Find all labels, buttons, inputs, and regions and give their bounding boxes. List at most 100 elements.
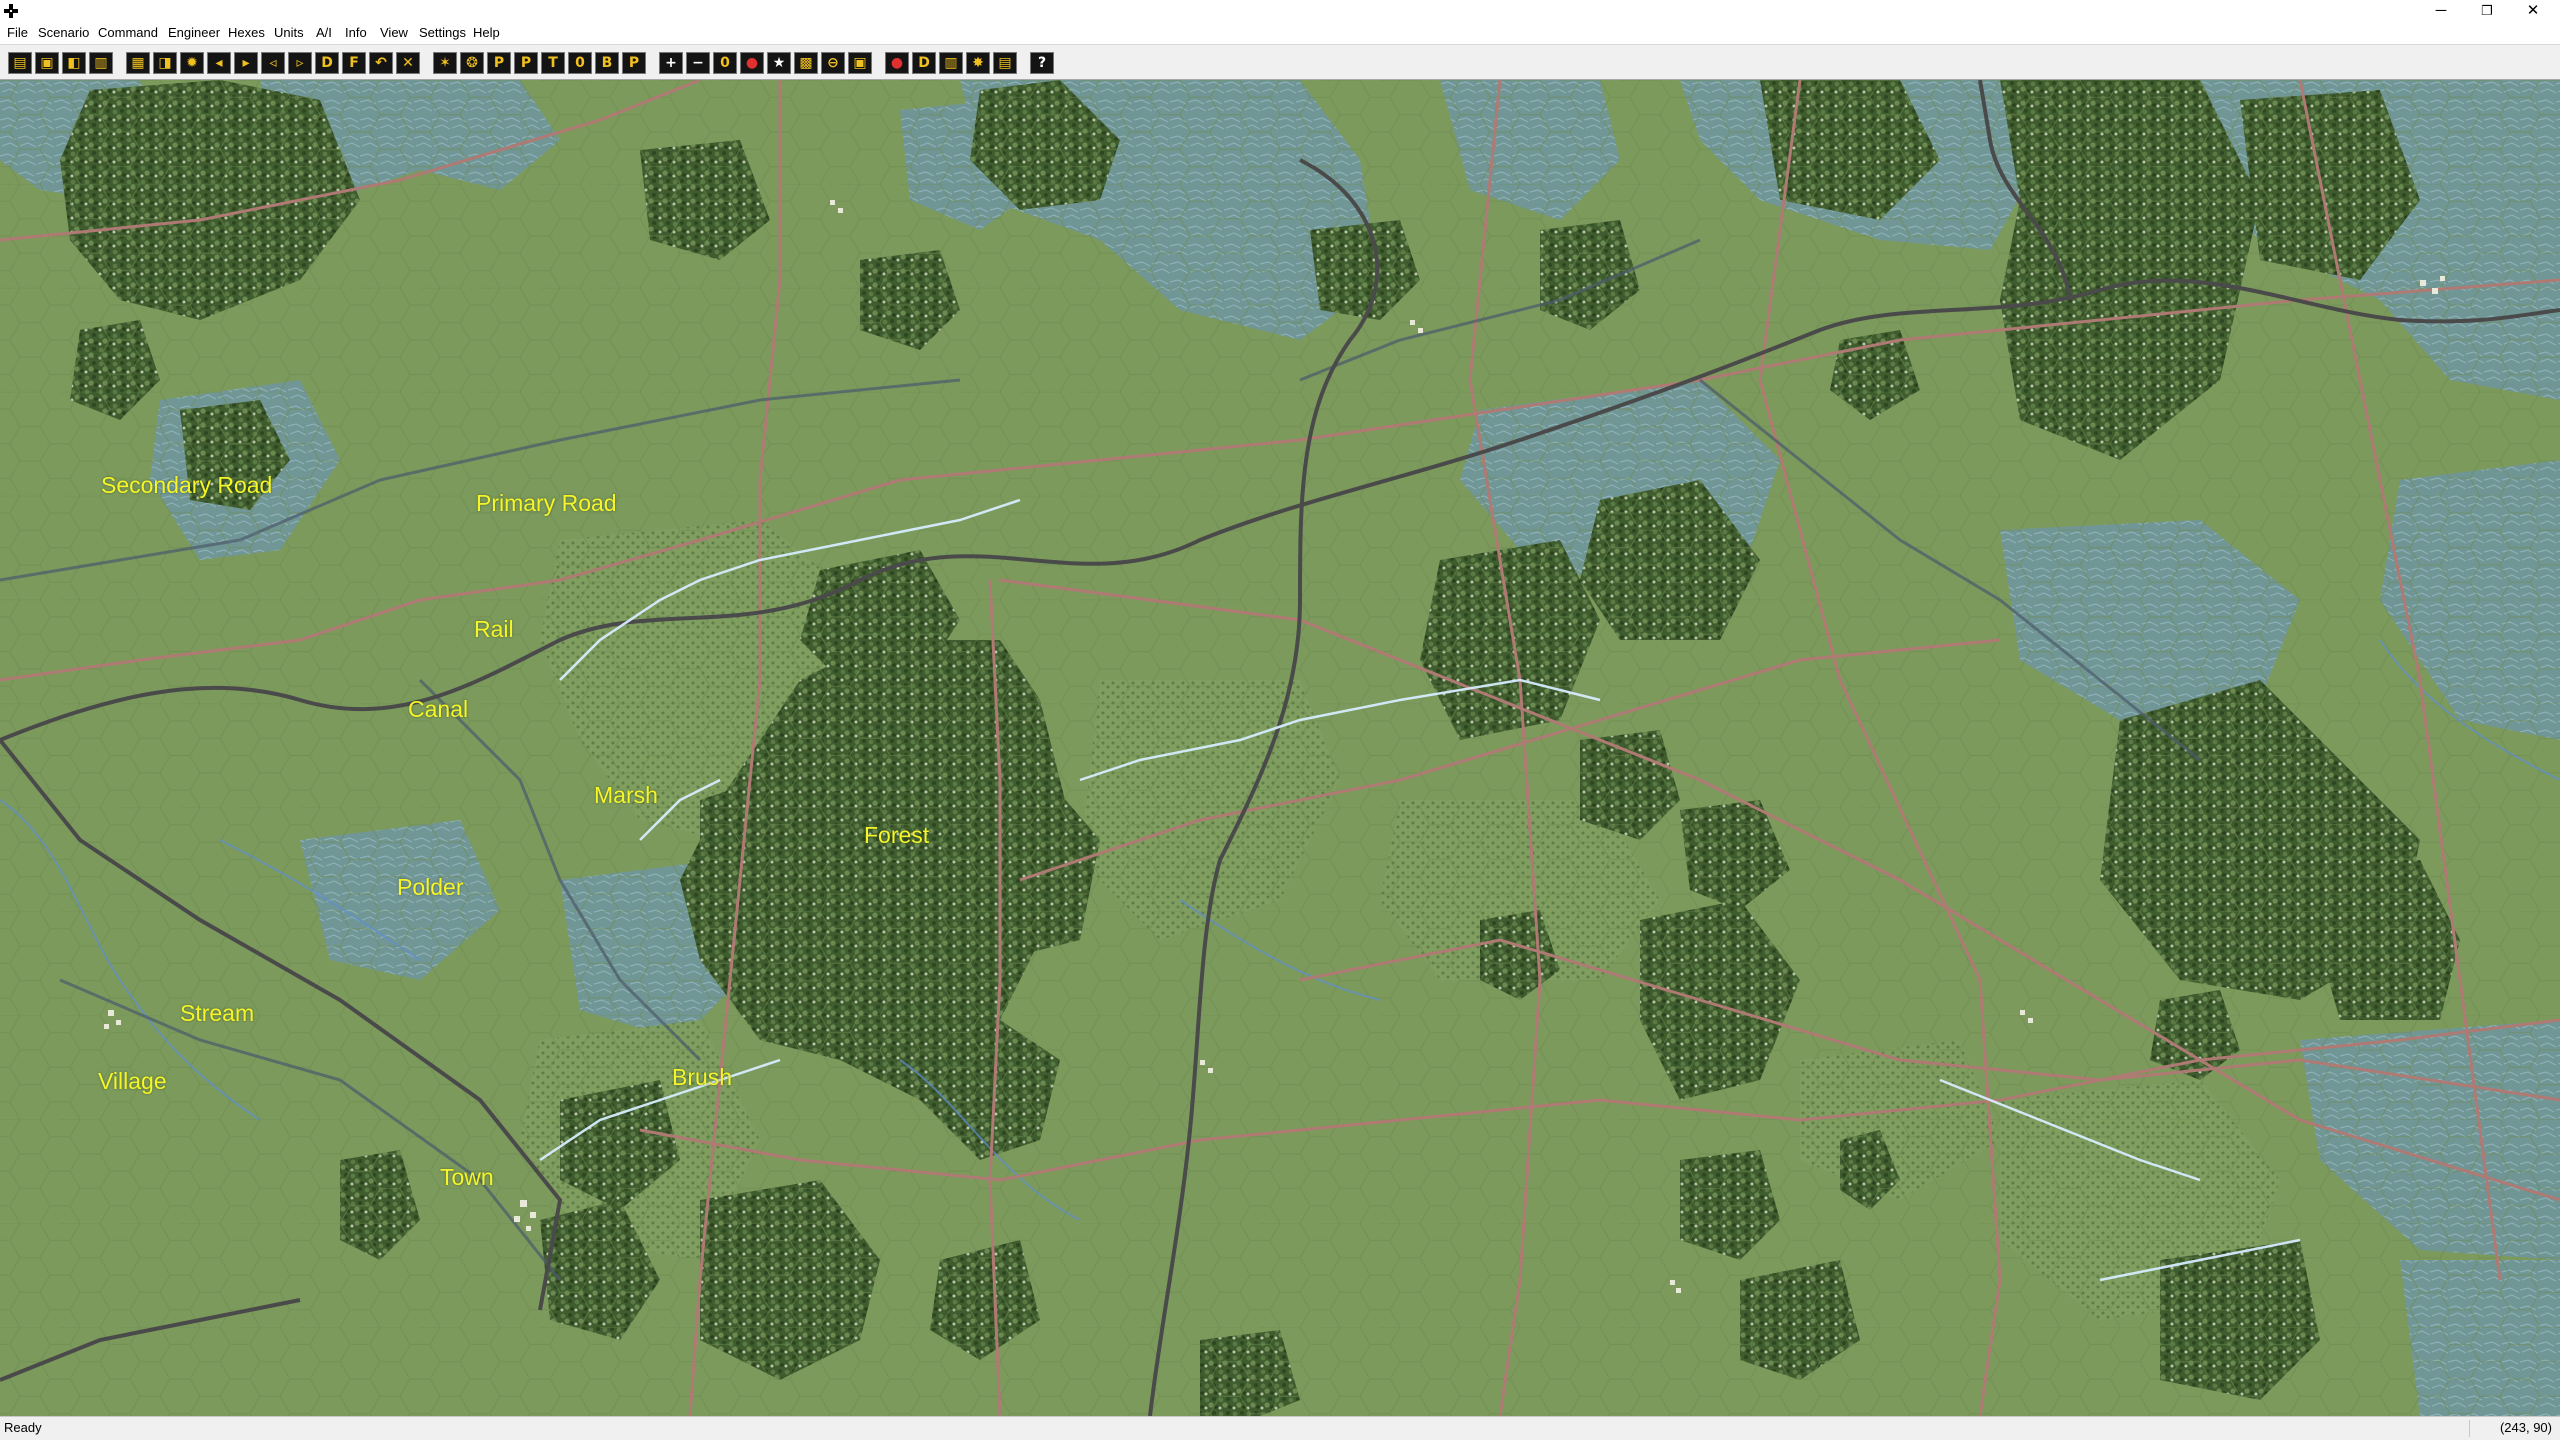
prev-turn-icon: ◨ (158, 55, 172, 71)
zero-icon: 0 (575, 55, 585, 71)
minimize-button[interactable]: ─ (2418, 0, 2464, 22)
app-icon (4, 4, 18, 18)
step-back-icon: ◂ (215, 55, 223, 71)
toolbar-button-plot[interactable]: P (514, 52, 538, 74)
toolbar-button-dialog[interactable]: D (912, 52, 936, 74)
toolbar-button-leader[interactable]: ★ (767, 52, 791, 74)
menu-settings[interactable]: Settings (417, 22, 468, 44)
toolbar-button-save[interactable]: ▣ (35, 52, 59, 74)
menu-scenario[interactable]: Scenario (36, 22, 91, 44)
toolbar-button-help[interactable]: ? (1030, 52, 1054, 74)
artillery-icon: ❂ (466, 55, 478, 71)
toolbar-button-hex-grid[interactable]: ▩ (794, 52, 818, 74)
label-marsh: Marsh (594, 782, 658, 808)
menu-ai[interactable]: A/I (314, 22, 334, 44)
close-icon: ✕ (2526, 2, 2540, 19)
toolbar-button-melee[interactable]: ✶ (433, 52, 457, 74)
help-icon: ? (1037, 55, 1047, 71)
toolbar-button-zoom-out[interactable]: − (686, 52, 710, 74)
map-canvas[interactable] (0, 80, 2560, 1416)
bombard-icon: B (601, 55, 613, 71)
fast-fwd-icon: ▹ (296, 55, 304, 71)
label-secondary-road: Secondary Road (101, 472, 273, 498)
dialog-icon: D (918, 55, 930, 71)
menu-info[interactable]: Info (343, 22, 369, 44)
status-bar: Ready (243, 90) (0, 1416, 2560, 1440)
close-button[interactable]: ✕ (2510, 0, 2556, 22)
stacking-icon: ▤ (998, 55, 1012, 71)
first-turn-icon: ▦ (131, 55, 145, 71)
label-stream: Stream (180, 1000, 255, 1026)
toolbar-button-replay[interactable]: ✸ (966, 52, 990, 74)
label-rail: Rail (474, 616, 514, 642)
toolbar-button-zoom-in[interactable]: + (659, 52, 683, 74)
menu-units[interactable]: Units (272, 22, 306, 44)
toolbar-button-undo[interactable]: ↶ (369, 52, 393, 74)
menu-help[interactable]: Help (471, 22, 502, 44)
toolbar-button-rewind[interactable]: ◃ (261, 52, 285, 74)
los-icon: ⊖ (827, 55, 839, 71)
toolbar-button-indirect-fire[interactable]: P (487, 52, 511, 74)
patrol-icon: P (628, 55, 640, 71)
title-bar: ─ ❐ ✕ (0, 0, 2560, 22)
status-coords: (243, 90) (2499, 1420, 2552, 1435)
toolbar-button-fast-fwd[interactable]: ▹ (288, 52, 312, 74)
toolbar-button-highlight[interactable]: ▣ (848, 52, 872, 74)
open-icon: ▤ (13, 55, 27, 71)
hex-grid-icon: ▩ (799, 55, 813, 71)
label-polder: Polder (397, 874, 464, 900)
label-forest: Forest (864, 822, 930, 848)
toolbar-button-target[interactable]: T (541, 52, 565, 74)
restore-icon: ❐ (2481, 3, 2493, 18)
zoom-in-icon: + (665, 55, 677, 71)
zoom-out-icon: − (692, 55, 704, 71)
plot-icon: P (520, 55, 532, 71)
hex-map[interactable]: Secondary Road Primary Road Rail Canal M… (0, 80, 2560, 1416)
minimize-icon: ─ (2435, 2, 2447, 19)
toolbar-button-prev-turn[interactable]: ◨ (153, 52, 177, 74)
toolbar-button-patrol[interactable]: P (622, 52, 646, 74)
defensive-fire-icon: D (321, 55, 333, 71)
reinforce-icon: 0 (720, 55, 730, 71)
rewind-icon: ◃ (269, 55, 277, 71)
toolbar-button-defensive-fire[interactable]: D (315, 52, 339, 74)
toolbar-button-phase[interactable]: ✹ (180, 52, 204, 74)
toolbar-button-load[interactable]: ◧ (62, 52, 86, 74)
toolbar-button-stacking[interactable]: ▤ (993, 52, 1017, 74)
toolbar-button-los[interactable]: ⊖ (821, 52, 845, 74)
target-icon: T (548, 55, 558, 71)
toolbar: ▤ ▣ ◧ ▥ ▦ ◨ ✹ ◂ ▸ ◃ ▹ D F ↶ ✕ ✶ ❂ P P T 0 B P + −0 ● ★ ▩ ⊖ ▣ ● D ▥ ✸ ▤? (0, 44, 2560, 80)
toolbar-button-unit-info[interactable]: ● (740, 52, 764, 74)
bars-icon: ▥ (944, 55, 958, 71)
toolbar-button-step-fwd[interactable]: ▸ (234, 52, 258, 74)
toolbar-button-reinforce[interactable]: 0 (713, 52, 737, 74)
toolbar-button-step-back[interactable]: ◂ (207, 52, 231, 74)
toolbar-button-zero[interactable]: 0 (568, 52, 592, 74)
menu-view[interactable]: View (378, 22, 410, 44)
menu-command[interactable]: Command (96, 22, 160, 44)
menu-hexes[interactable]: Hexes (226, 22, 267, 44)
menu-bar: File Scenario Command Engineer Hexes Uni… (0, 22, 2560, 44)
toolbar-button-bombard[interactable]: B (595, 52, 619, 74)
label-village: Village (98, 1068, 167, 1094)
offensive-fire-icon: F (349, 55, 359, 71)
toolbar-button-offensive-fire[interactable]: F (342, 52, 366, 74)
label-brush: Brush (672, 1064, 733, 1090)
restore-button[interactable]: ❐ (2464, 0, 2510, 22)
toolbar-button-artillery-red[interactable]: ● (885, 52, 909, 74)
menu-engineer[interactable]: Engineer (166, 22, 222, 44)
toolbar-button-first-turn[interactable]: ▦ (126, 52, 150, 74)
toolbar-button-print[interactable]: ▥ (89, 52, 113, 74)
artillery-red-icon: ● (890, 55, 904, 71)
status-divider (2469, 1420, 2470, 1437)
phase-icon: ✹ (186, 55, 198, 71)
label-town: Town (440, 1164, 494, 1190)
label-primary-road: Primary Road (476, 490, 617, 516)
toolbar-button-cancel[interactable]: ✕ (396, 52, 420, 74)
melee-icon: ✶ (439, 55, 451, 71)
load-icon: ◧ (67, 55, 81, 71)
toolbar-button-bars[interactable]: ▥ (939, 52, 963, 74)
toolbar-button-artillery[interactable]: ❂ (460, 52, 484, 74)
toolbar-button-open[interactable]: ▤ (8, 52, 32, 74)
menu-file[interactable]: File (5, 22, 30, 44)
